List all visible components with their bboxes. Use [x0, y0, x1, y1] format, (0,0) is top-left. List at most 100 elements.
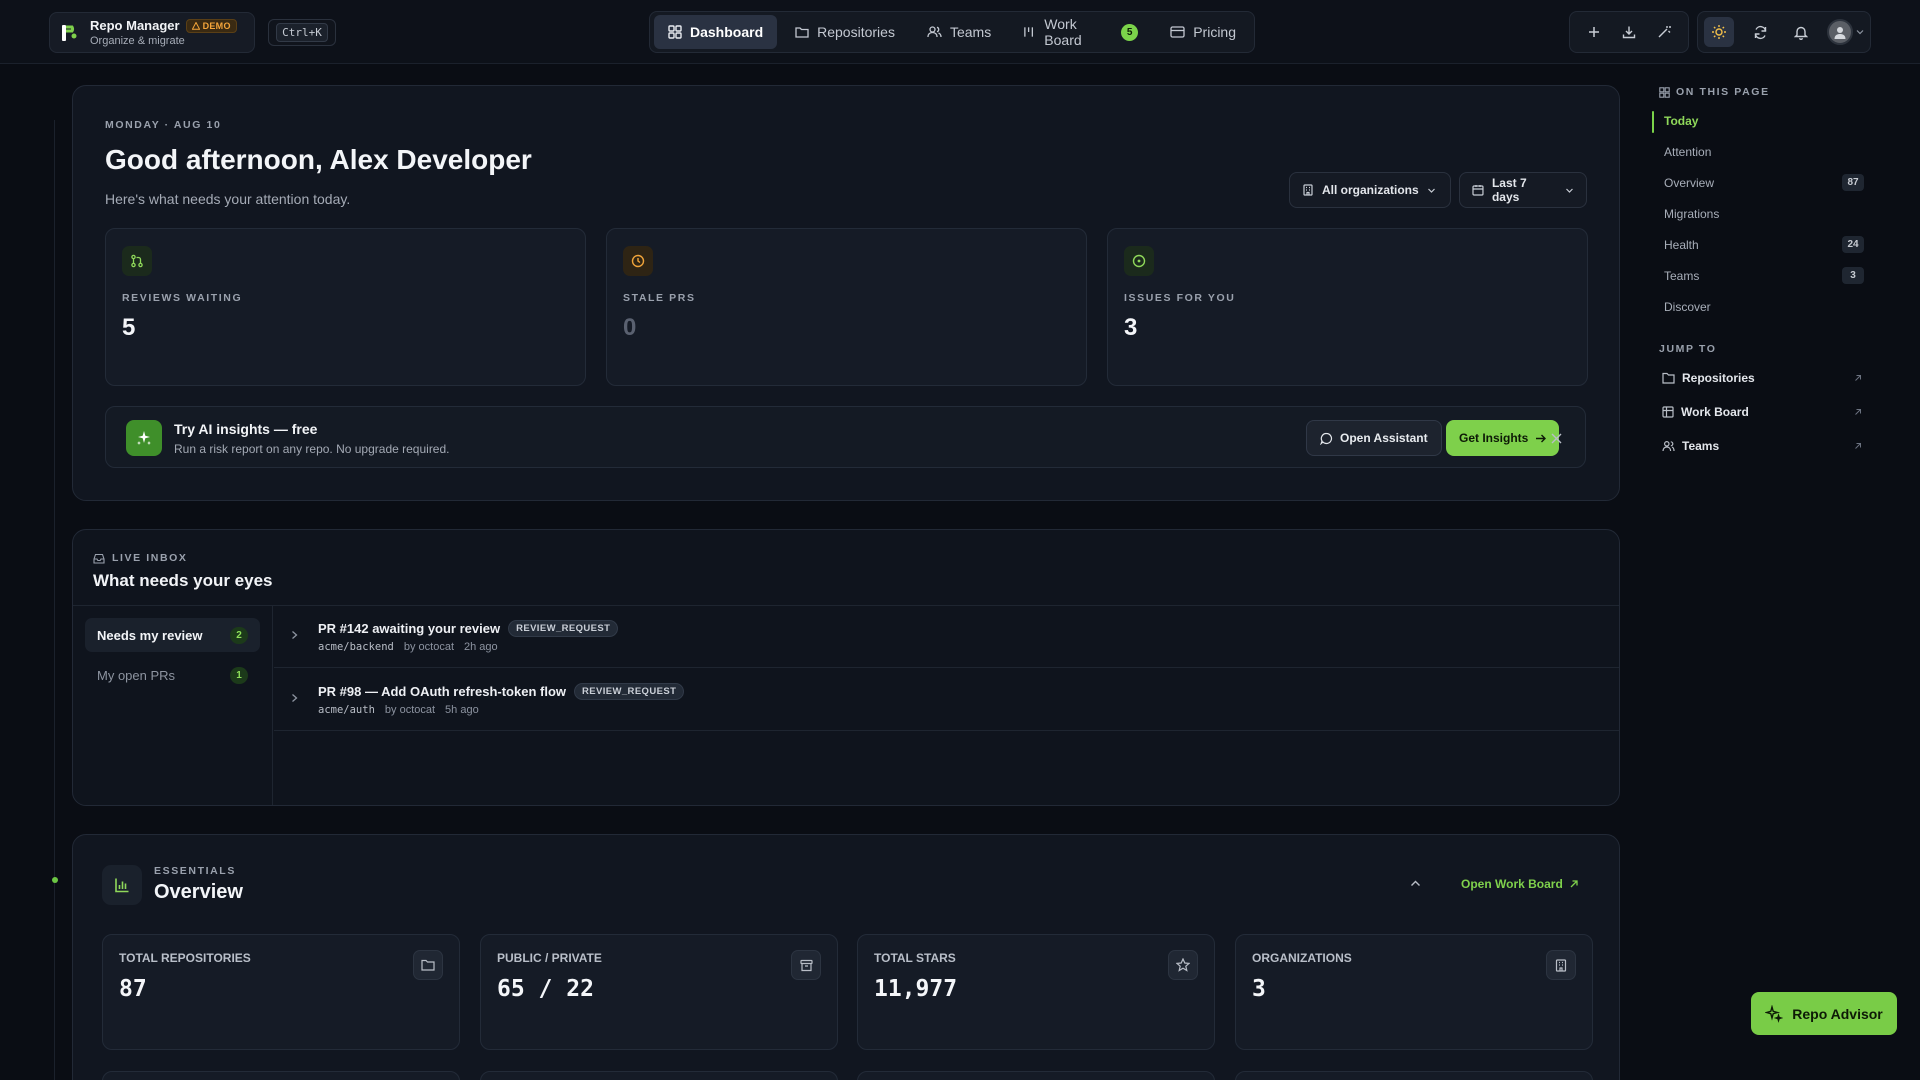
new-button[interactable]	[1579, 17, 1609, 47]
top-bar: Repo Manager DEMO Organize & migrate Ctr…	[0, 0, 1920, 64]
toc-count-badge: 24	[1842, 236, 1864, 253]
kpi-label: TOTAL REPOSITORIES	[119, 951, 251, 965]
tab-count-badge: 2	[230, 626, 248, 644]
nav-repositories-label: Repositories	[817, 24, 895, 40]
kpi-label: ORGANIZATIONS	[1252, 951, 1352, 965]
essentials-panel: ESSENTIALS Overview Open Work Board TOTA…	[72, 834, 1620, 1080]
work-board-count-badge: 5	[1121, 23, 1139, 41]
essentials-title: Overview	[154, 881, 243, 903]
issues-for-you-card[interactable]: ISSUES FOR YOU 3	[1107, 228, 1588, 386]
brand-subtitle: Organize & migrate	[90, 35, 185, 47]
toc-label: Discover	[1664, 300, 1711, 314]
repo-advisor-label: Repo Advisor	[1792, 1005, 1883, 1022]
warning-icon	[191, 21, 200, 30]
import-button[interactable]	[1614, 17, 1644, 47]
building-icon	[1546, 950, 1576, 980]
inbox-icon	[93, 553, 105, 564]
bell-icon	[1794, 26, 1808, 40]
brand[interactable]: Repo Manager DEMO Organize & migrate	[49, 12, 255, 53]
arrow-up-right-icon	[1855, 375, 1861, 381]
magic-button[interactable]	[1649, 17, 1679, 47]
jump-to-heading: JUMP TO	[1659, 343, 1717, 355]
author: by octocat	[403, 641, 454, 653]
tab-needs-my-review[interactable]: Needs my review 2	[85, 618, 260, 652]
folder-icon	[1662, 372, 1675, 384]
chevron-up-icon[interactable]	[1410, 878, 1421, 889]
toc-label: Overview	[1664, 175, 1715, 190]
date-range-filter[interactable]: Last 7 days	[1459, 172, 1587, 208]
get-insights-label: Get Insights	[1459, 431, 1529, 445]
kpi-value: 65 / 22	[497, 976, 594, 1002]
kpi-total-stars[interactable]: TOTAL STARS 11,977	[857, 934, 1215, 1050]
command-palette-shortcut[interactable]: Ctrl+K	[268, 19, 336, 46]
date-range-value: Last 7 days	[1491, 176, 1527, 204]
nav-dashboard-label: Dashboard	[690, 24, 764, 40]
toc-item-overview[interactable]: Overview 87	[1664, 174, 1864, 191]
notifications-button[interactable]	[1786, 17, 1816, 47]
dismiss-banner-button[interactable]	[1546, 428, 1566, 448]
stat-label: ISSUES FOR YOU	[1124, 292, 1236, 304]
kpi-value: 11,977	[874, 976, 958, 1002]
toc-label: Health	[1664, 237, 1699, 252]
kpi-public-private[interactable]: PUBLIC / PRIVATE 65 / 22	[480, 934, 838, 1050]
nav-work-board-label: Work Board	[1044, 16, 1082, 48]
refresh-button[interactable]	[1745, 17, 1775, 47]
jump-work-board[interactable]: Work Board	[1662, 405, 1862, 419]
chevron-down-icon	[1856, 30, 1864, 35]
inbox-tabs: Needs my review 2 My open PRs 1	[73, 606, 273, 805]
timestamp: 2h ago	[464, 641, 498, 653]
toc-item-migrations[interactable]: Migrations	[1664, 207, 1864, 221]
building-icon	[1303, 184, 1313, 196]
list-item[interactable]: PR #98 — Add OAuth refresh-token flow RE…	[274, 669, 1619, 731]
toc-item-teams[interactable]: Teams 3	[1664, 267, 1864, 284]
user-menu[interactable]	[1827, 19, 1864, 45]
jump-teams[interactable]: Teams	[1662, 439, 1862, 453]
jump-repositories[interactable]: Repositories	[1662, 371, 1862, 385]
organization-filter-value: All organizations	[1322, 183, 1419, 197]
reviews-waiting-card[interactable]: REVIEWS WAITING 5	[105, 228, 586, 386]
stat-label: REVIEWS WAITING	[122, 292, 243, 304]
type-badge: REVIEW_REQUEST	[574, 683, 685, 700]
kpi-organizations[interactable]: ORGANIZATIONS 3	[1235, 934, 1593, 1050]
list-item[interactable]: PR #142 awaiting your review REVIEW_REQU…	[274, 606, 1619, 668]
jump-label: Work Board	[1681, 405, 1749, 419]
toc-item-today[interactable]: Today	[1664, 114, 1864, 128]
nav-repositories[interactable]: Repositories	[781, 15, 909, 49]
kpi-total-repositories[interactable]: TOTAL REPOSITORIES 87	[102, 934, 460, 1050]
open-assistant-button[interactable]: Open Assistant	[1306, 420, 1442, 456]
live-inbox-panel: LIVE INBOX What needs your eyes Needs my…	[72, 529, 1620, 806]
theme-toggle-button[interactable]	[1704, 17, 1734, 47]
inbox-title: What needs your eyes	[93, 571, 273, 590]
external-link-icon	[1570, 880, 1578, 888]
jump-label: Repositories	[1682, 371, 1755, 385]
kpi-card-row2	[102, 1071, 460, 1080]
pull-request-icon	[122, 246, 152, 276]
nav-teams[interactable]: Teams	[913, 15, 1005, 49]
chevron-down-icon	[1427, 188, 1435, 193]
stale-prs-card[interactable]: STALE PRS 0	[606, 228, 1087, 386]
organization-filter[interactable]: All organizations	[1289, 172, 1451, 208]
get-insights-button[interactable]: Get Insights	[1446, 420, 1560, 456]
nav-work-board[interactable]: Work Board 5	[1009, 15, 1152, 49]
sun-icon	[1712, 25, 1726, 39]
tab-my-open-prs[interactable]: My open PRs 1	[85, 658, 260, 692]
users-icon	[927, 26, 942, 38]
quick-actions	[1569, 11, 1689, 53]
clock-icon	[623, 246, 653, 276]
grid-icon	[668, 25, 682, 39]
open-work-board-link[interactable]: Open Work Board	[1461, 877, 1579, 891]
main-nav: Dashboard Repositories Teams Work Board …	[649, 11, 1255, 53]
toc-item-attention[interactable]: Attention	[1664, 145, 1864, 159]
toc-item-health[interactable]: Health 24	[1664, 236, 1864, 253]
demo-badge: DEMO	[185, 18, 237, 33]
nav-pricing[interactable]: Pricing	[1156, 15, 1250, 49]
kpi-label: PUBLIC / PRIVATE	[497, 951, 602, 965]
nav-dashboard[interactable]: Dashboard	[654, 15, 778, 49]
pr-title: PR #142 awaiting your review	[318, 621, 501, 636]
grid-icon	[1659, 86, 1670, 98]
tab-label: Needs my review	[97, 627, 203, 643]
stat-value: 3	[1124, 314, 1138, 341]
stat-value: 5	[122, 314, 136, 341]
repo-advisor-button[interactable]: Repo Advisor	[1751, 992, 1897, 1035]
toc-item-discover[interactable]: Discover	[1664, 300, 1864, 314]
